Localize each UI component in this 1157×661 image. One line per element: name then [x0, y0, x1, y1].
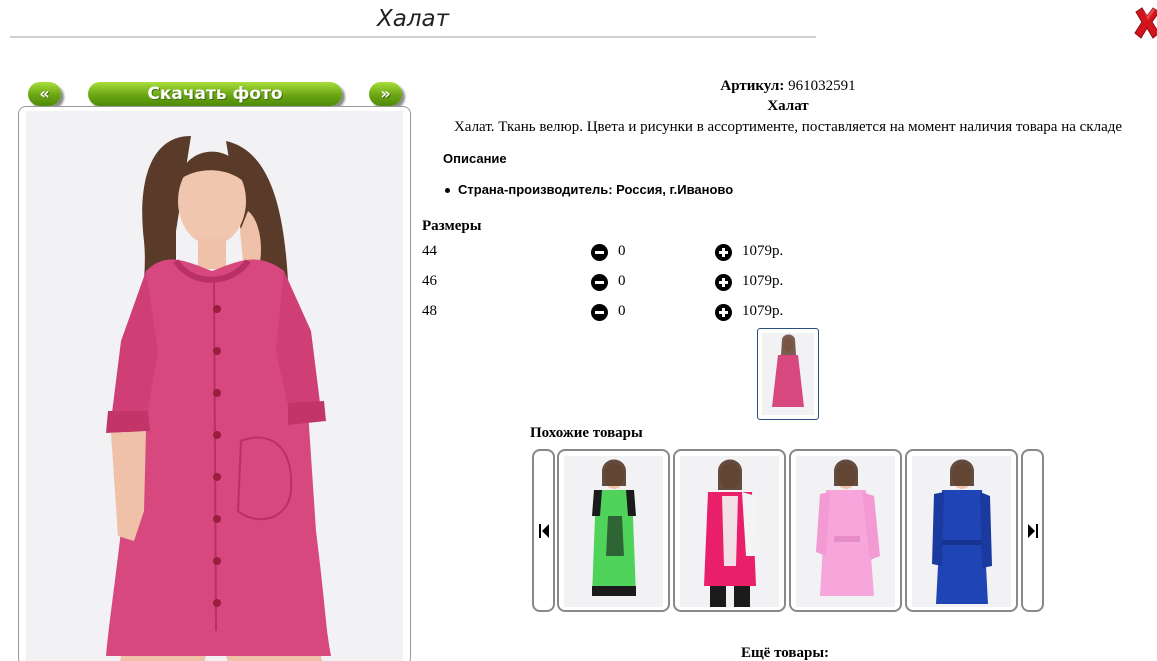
plus-icon[interactable] — [715, 244, 732, 261]
similar-item[interactable] — [673, 449, 786, 612]
article-line: Артикул: 961032591 — [418, 78, 1157, 95]
size-label: 48 — [422, 303, 437, 319]
article-label: Артикул: — [720, 78, 785, 94]
description-heading: Описание — [443, 151, 507, 166]
similar-item[interactable] — [557, 449, 670, 612]
similar-next-button[interactable] — [1021, 449, 1044, 612]
similar-heading: Похожие товары — [530, 425, 643, 441]
skip-forward-icon — [1028, 524, 1038, 538]
minus-icon[interactable] — [591, 244, 608, 261]
close-icon[interactable] — [1133, 6, 1157, 40]
skip-back-icon — [539, 524, 549, 538]
quantity-value: 0 — [618, 243, 626, 259]
prev-photo-button[interactable]: « — [28, 82, 61, 106]
size-row: 44 0 1079р. — [422, 243, 822, 263]
similar-item[interactable] — [905, 449, 1018, 612]
page-title: Халат — [10, 6, 816, 38]
similar-item-photo — [680, 456, 779, 607]
product-name: Халат — [767, 98, 809, 114]
download-photo-button[interactable]: Скачать фото — [88, 82, 342, 106]
size-label: 46 — [422, 273, 437, 289]
feature-text: Страна-производитель: Россия, г.Иваново — [458, 182, 734, 197]
quantity-value: 0 — [618, 273, 626, 289]
product-description: Халат. Ткань велюр. Цвета и рисунки в ас… — [453, 119, 1123, 135]
size-row: 48 0 1079р. — [422, 303, 822, 323]
photo-thumbnail[interactable] — [757, 328, 819, 420]
article-value: 961032591 — [788, 78, 856, 94]
quantity-value: 0 — [618, 303, 626, 319]
minus-icon[interactable] — [591, 274, 608, 291]
similar-item[interactable] — [789, 449, 902, 612]
similar-item-photo — [912, 456, 1011, 607]
next-photo-button[interactable]: » — [369, 82, 402, 106]
similar-item-photo — [796, 456, 895, 607]
feature-item: Страна-производитель: Россия, г.Иваново — [445, 182, 733, 197]
more-products-heading: Ещё товары: — [741, 645, 830, 661]
similar-prev-button[interactable] — [532, 449, 555, 612]
price-value: 1079р. — [742, 303, 784, 319]
plus-icon[interactable] — [715, 304, 732, 321]
main-product-photo[interactable] — [18, 106, 411, 661]
price-value: 1079р. — [742, 243, 784, 259]
similar-item-photo — [564, 456, 663, 607]
size-label: 44 — [422, 243, 437, 259]
minus-icon[interactable] — [591, 304, 608, 321]
price-value: 1079р. — [742, 273, 784, 289]
bullet-icon — [445, 188, 450, 194]
size-row: 46 0 1079р. — [422, 273, 822, 293]
plus-icon[interactable] — [715, 274, 732, 291]
sizes-heading: Размеры — [422, 218, 482, 234]
